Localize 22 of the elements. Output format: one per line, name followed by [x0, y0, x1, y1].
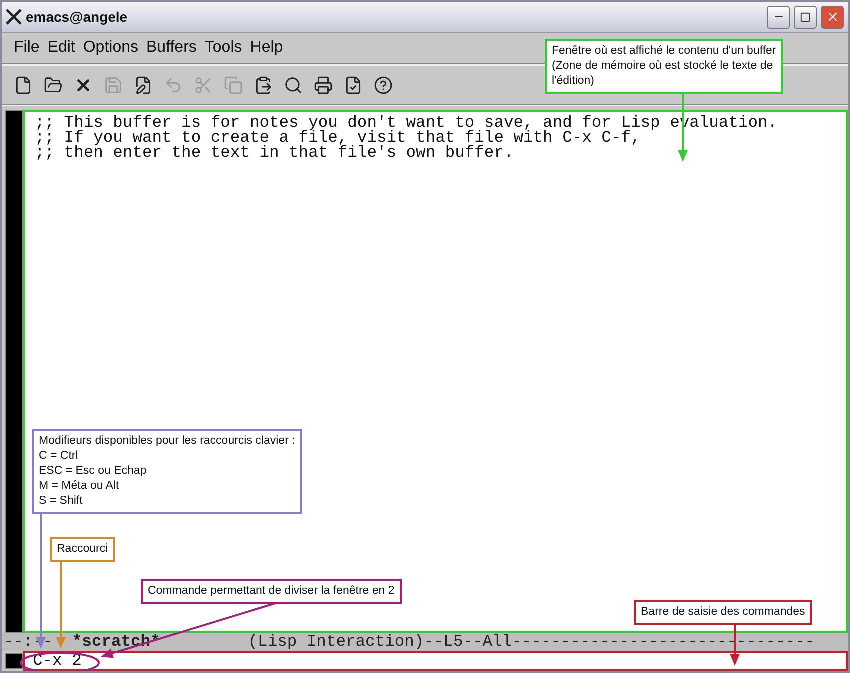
callout-label: Fenêtre où est affiché le contenu d'un buffer (Zone de mémoire où est stocké le texte de l'édition) — [545, 39, 784, 94]
help-icon[interactable] — [372, 74, 394, 96]
maximize-icon — [800, 12, 811, 22]
maximize-button[interactable] — [794, 6, 817, 28]
x-logo-icon — [6, 9, 22, 25]
minimize-button[interactable] — [767, 6, 790, 28]
menu-item[interactable]: File — [14, 39, 40, 57]
fringe — [5, 653, 23, 669]
printer-icon[interactable] — [312, 74, 334, 96]
code-line: ;; If you want to create a file, visit that file with C-x C-f, — [35, 130, 641, 145]
callout-label: Modifieurs disponibles pour les raccourcis clavier : C = Ctrl ESC = Esc ou Echap M = Méta ou Alt S = Shift — [32, 429, 302, 514]
close-button[interactable] — [821, 6, 844, 28]
callout-label: Commande permettant de diviser la fenêtre en 2 — [141, 579, 402, 604]
code-line: ;; then enter the text in that file's own buffer. — [35, 145, 515, 160]
window-title: emacs@angele — [26, 9, 129, 25]
menu-item[interactable]: Tools — [204, 39, 242, 57]
menu-item[interactable]: Buffers — [146, 39, 197, 57]
menu-item[interactable]: Options — [83, 39, 138, 57]
callout-label: Barre de saisie des commandes — [634, 600, 812, 625]
menu-item[interactable]: Help — [250, 39, 284, 57]
menu-item[interactable]: Edit — [48, 39, 76, 57]
callout-label: Raccourci — [50, 537, 116, 562]
